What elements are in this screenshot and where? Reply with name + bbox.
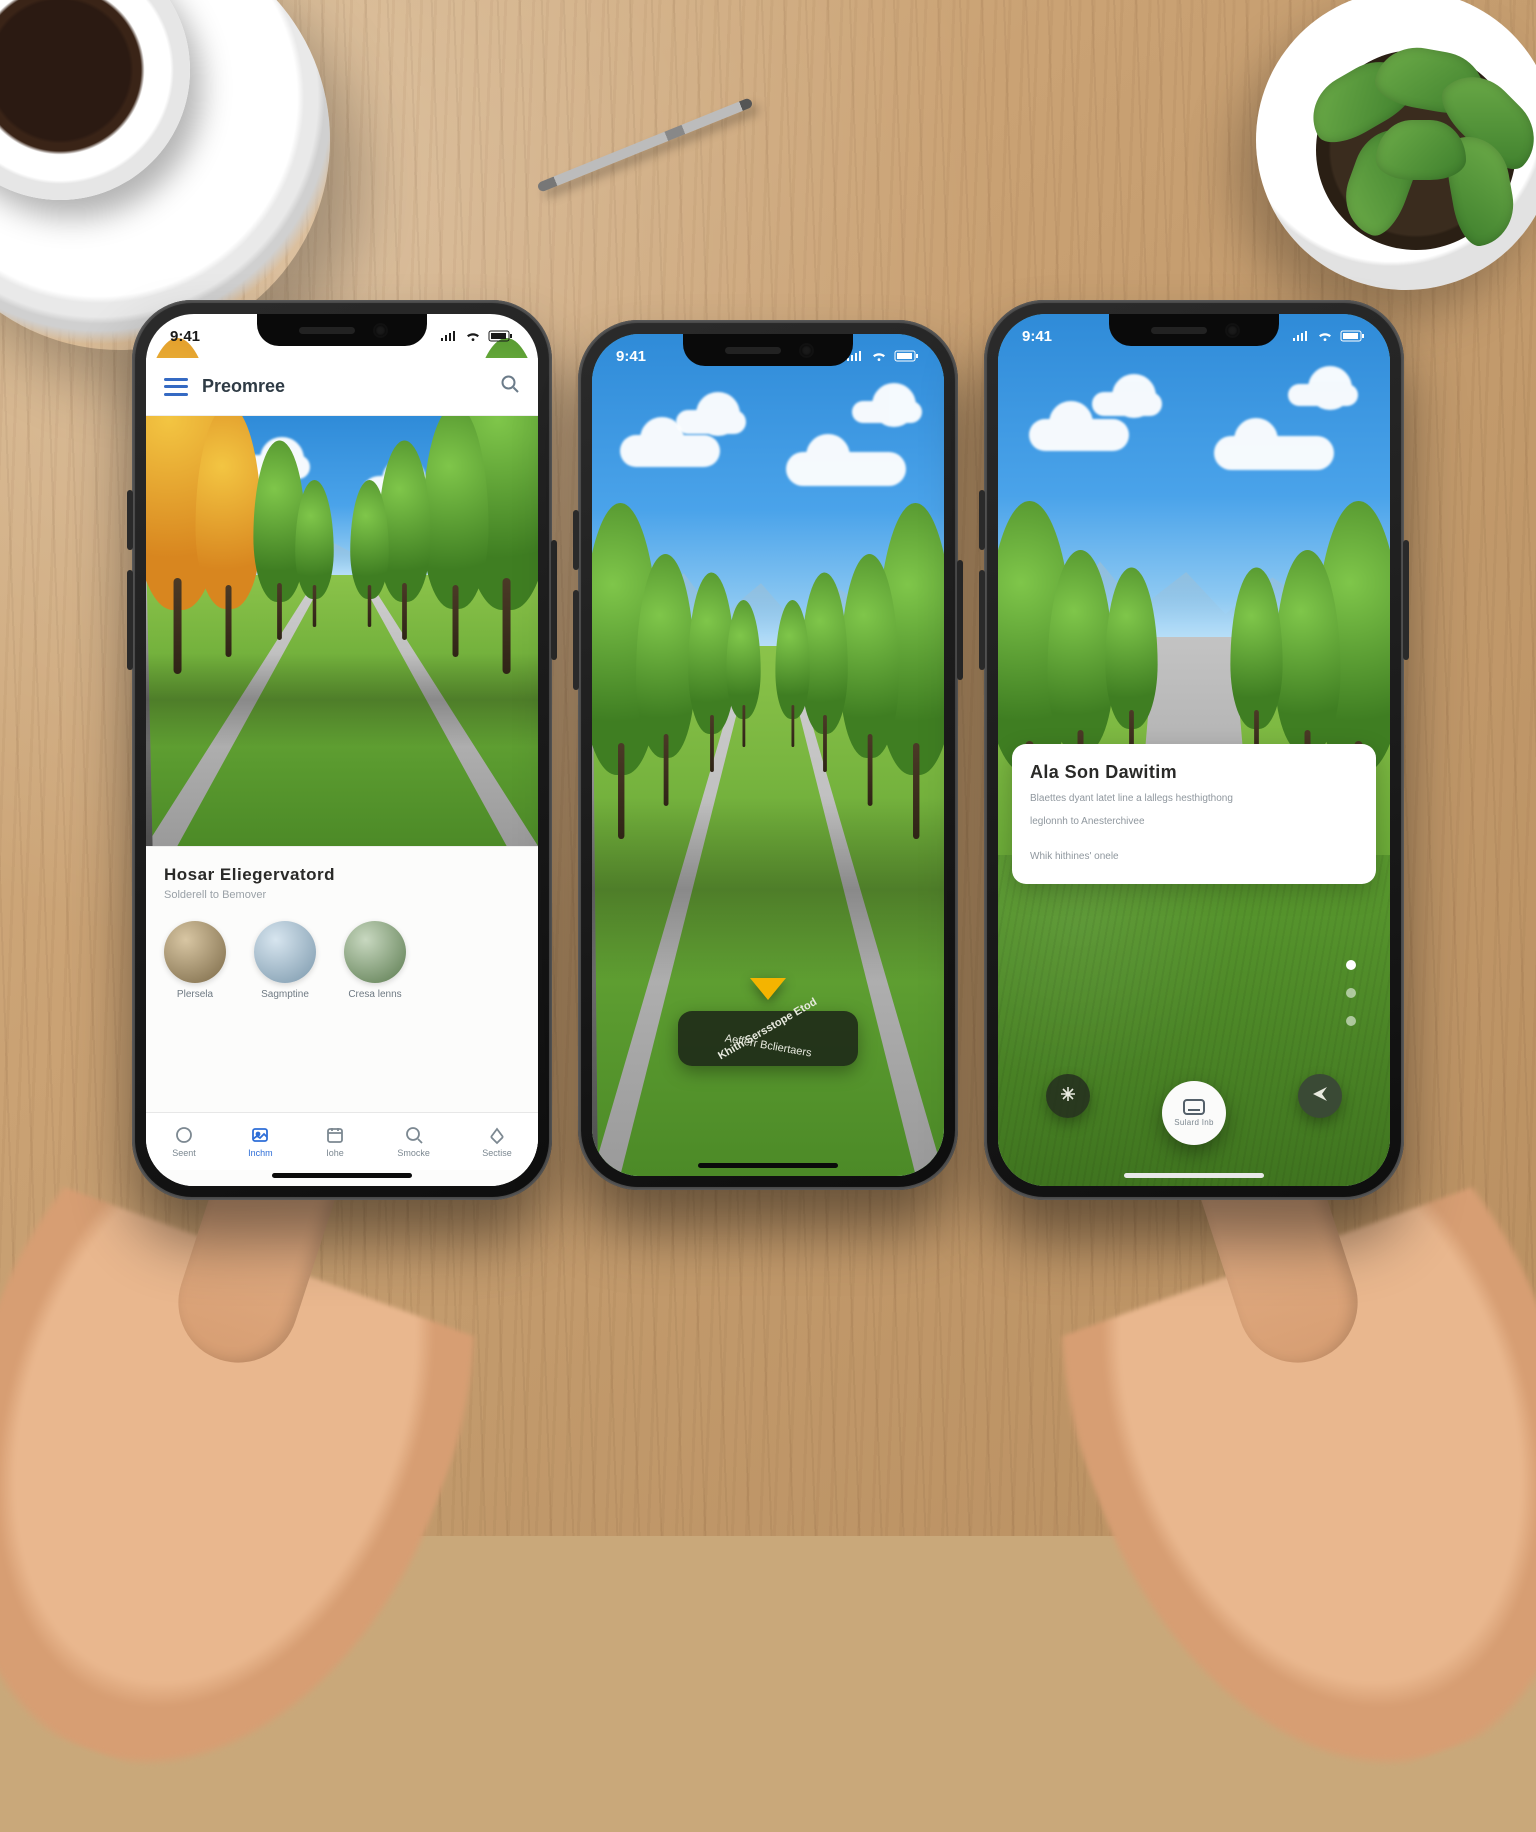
phone-middle: 9:41 xyxy=(578,320,958,1190)
app-title: Preomree xyxy=(202,376,285,397)
tab-item[interactable]: Smocke xyxy=(397,1125,430,1158)
search-icon[interactable] xyxy=(500,374,520,399)
status-time: 9:41 xyxy=(1022,328,1052,345)
pager-dot[interactable] xyxy=(1346,1016,1356,1026)
tab-label: Sectise xyxy=(482,1148,512,1158)
status-time: 9:41 xyxy=(616,348,646,365)
pager-dots[interactable] xyxy=(1346,960,1356,1026)
send-icon xyxy=(1311,1085,1329,1108)
navigation-arrow-down-icon xyxy=(750,978,786,1000)
tab-label: Seent xyxy=(172,1148,196,1158)
card-title: Ala Son Dawitim xyxy=(1030,762,1358,783)
location-chip[interactable]: Khith Sersstope Etod Aefferr Bcliertaers xyxy=(678,1011,858,1066)
avatar-label: Plersela xyxy=(177,989,213,1000)
pager-dot[interactable] xyxy=(1346,988,1356,998)
card-icon xyxy=(1183,1099,1205,1115)
app-header: Preomree xyxy=(146,358,538,416)
phone-middle-screen: 9:41 xyxy=(592,334,944,1176)
home-indicator[interactable] xyxy=(272,1173,412,1178)
fab-label: Sulard Inb xyxy=(1174,1118,1213,1127)
avatar-label: Cresa lenns xyxy=(348,989,401,1000)
home-indicator[interactable] xyxy=(698,1163,838,1168)
tab-item[interactable]: Sectise xyxy=(482,1125,512,1158)
tab-item[interactable]: Iohe xyxy=(325,1125,345,1158)
tab-bar: Seent Inchm Iohe Smocke Sectise xyxy=(146,1112,538,1170)
wifi-icon xyxy=(464,330,482,342)
card-line2: leglonnh to Anesterchivee xyxy=(1030,814,1358,829)
avatar-item[interactable]: Sagmptine xyxy=(254,921,316,1000)
coffee-cup xyxy=(0,0,190,200)
avatar-item[interactable]: Plersela xyxy=(164,921,226,1000)
hero-image[interactable] xyxy=(146,416,538,846)
battery-icon xyxy=(894,350,920,362)
battery-icon xyxy=(488,330,514,342)
signal-icon xyxy=(440,330,458,342)
bottom-controls: Sulard Inb xyxy=(998,1068,1390,1158)
tab-label: Iohe xyxy=(326,1148,344,1158)
avatar xyxy=(344,921,406,983)
card-line1: Blaettes dyant latet line a lallegs hest… xyxy=(1030,791,1358,806)
signal-icon xyxy=(1292,330,1310,342)
hamburger-icon[interactable] xyxy=(164,378,188,396)
secondary-fab-right[interactable] xyxy=(1298,1074,1342,1118)
tab-item[interactable]: Inchm xyxy=(248,1125,273,1158)
card-meta: Whik hithines' onele xyxy=(1030,851,1358,862)
battery-icon xyxy=(1340,330,1366,342)
card-subtitle: Solderell to Bemover xyxy=(164,889,520,901)
tab-item[interactable]: Seent xyxy=(172,1125,196,1158)
info-card[interactable]: Ala Son Dawitim Blaettes dyant latet lin… xyxy=(1012,744,1376,884)
wifi-icon xyxy=(870,350,888,362)
avatar xyxy=(164,921,226,983)
avatar-item[interactable]: Cresa lenns xyxy=(344,921,406,1000)
card-title: Hosar Eliegervatord xyxy=(164,865,520,885)
phone-right: 9:41 xyxy=(984,300,1404,1200)
phone-row: 9:41 Preomree xyxy=(0,300,1536,1360)
avatar xyxy=(254,921,316,983)
wifi-icon xyxy=(1316,330,1334,342)
phone-left: 9:41 Preomree xyxy=(132,300,552,1200)
sparkle-icon xyxy=(1059,1085,1077,1108)
avatar-row: Plersela Sagmptine Cresa lenns xyxy=(164,921,520,1000)
status-time: 9:41 xyxy=(170,328,200,345)
home-indicator[interactable] xyxy=(1124,1173,1264,1178)
succulent-plant xyxy=(1226,0,1536,320)
tab-label: Inchm xyxy=(248,1148,273,1158)
phone-left-screen: 9:41 Preomree xyxy=(146,314,538,1186)
tab-label: Smocke xyxy=(397,1148,430,1158)
primary-fab[interactable]: Sulard Inb xyxy=(1162,1081,1226,1145)
phone-right-screen: 9:41 xyxy=(998,314,1390,1186)
secondary-fab-left[interactable] xyxy=(1046,1074,1090,1118)
pager-dot[interactable] xyxy=(1346,960,1356,970)
avatar-label: Sagmptine xyxy=(261,989,309,1000)
